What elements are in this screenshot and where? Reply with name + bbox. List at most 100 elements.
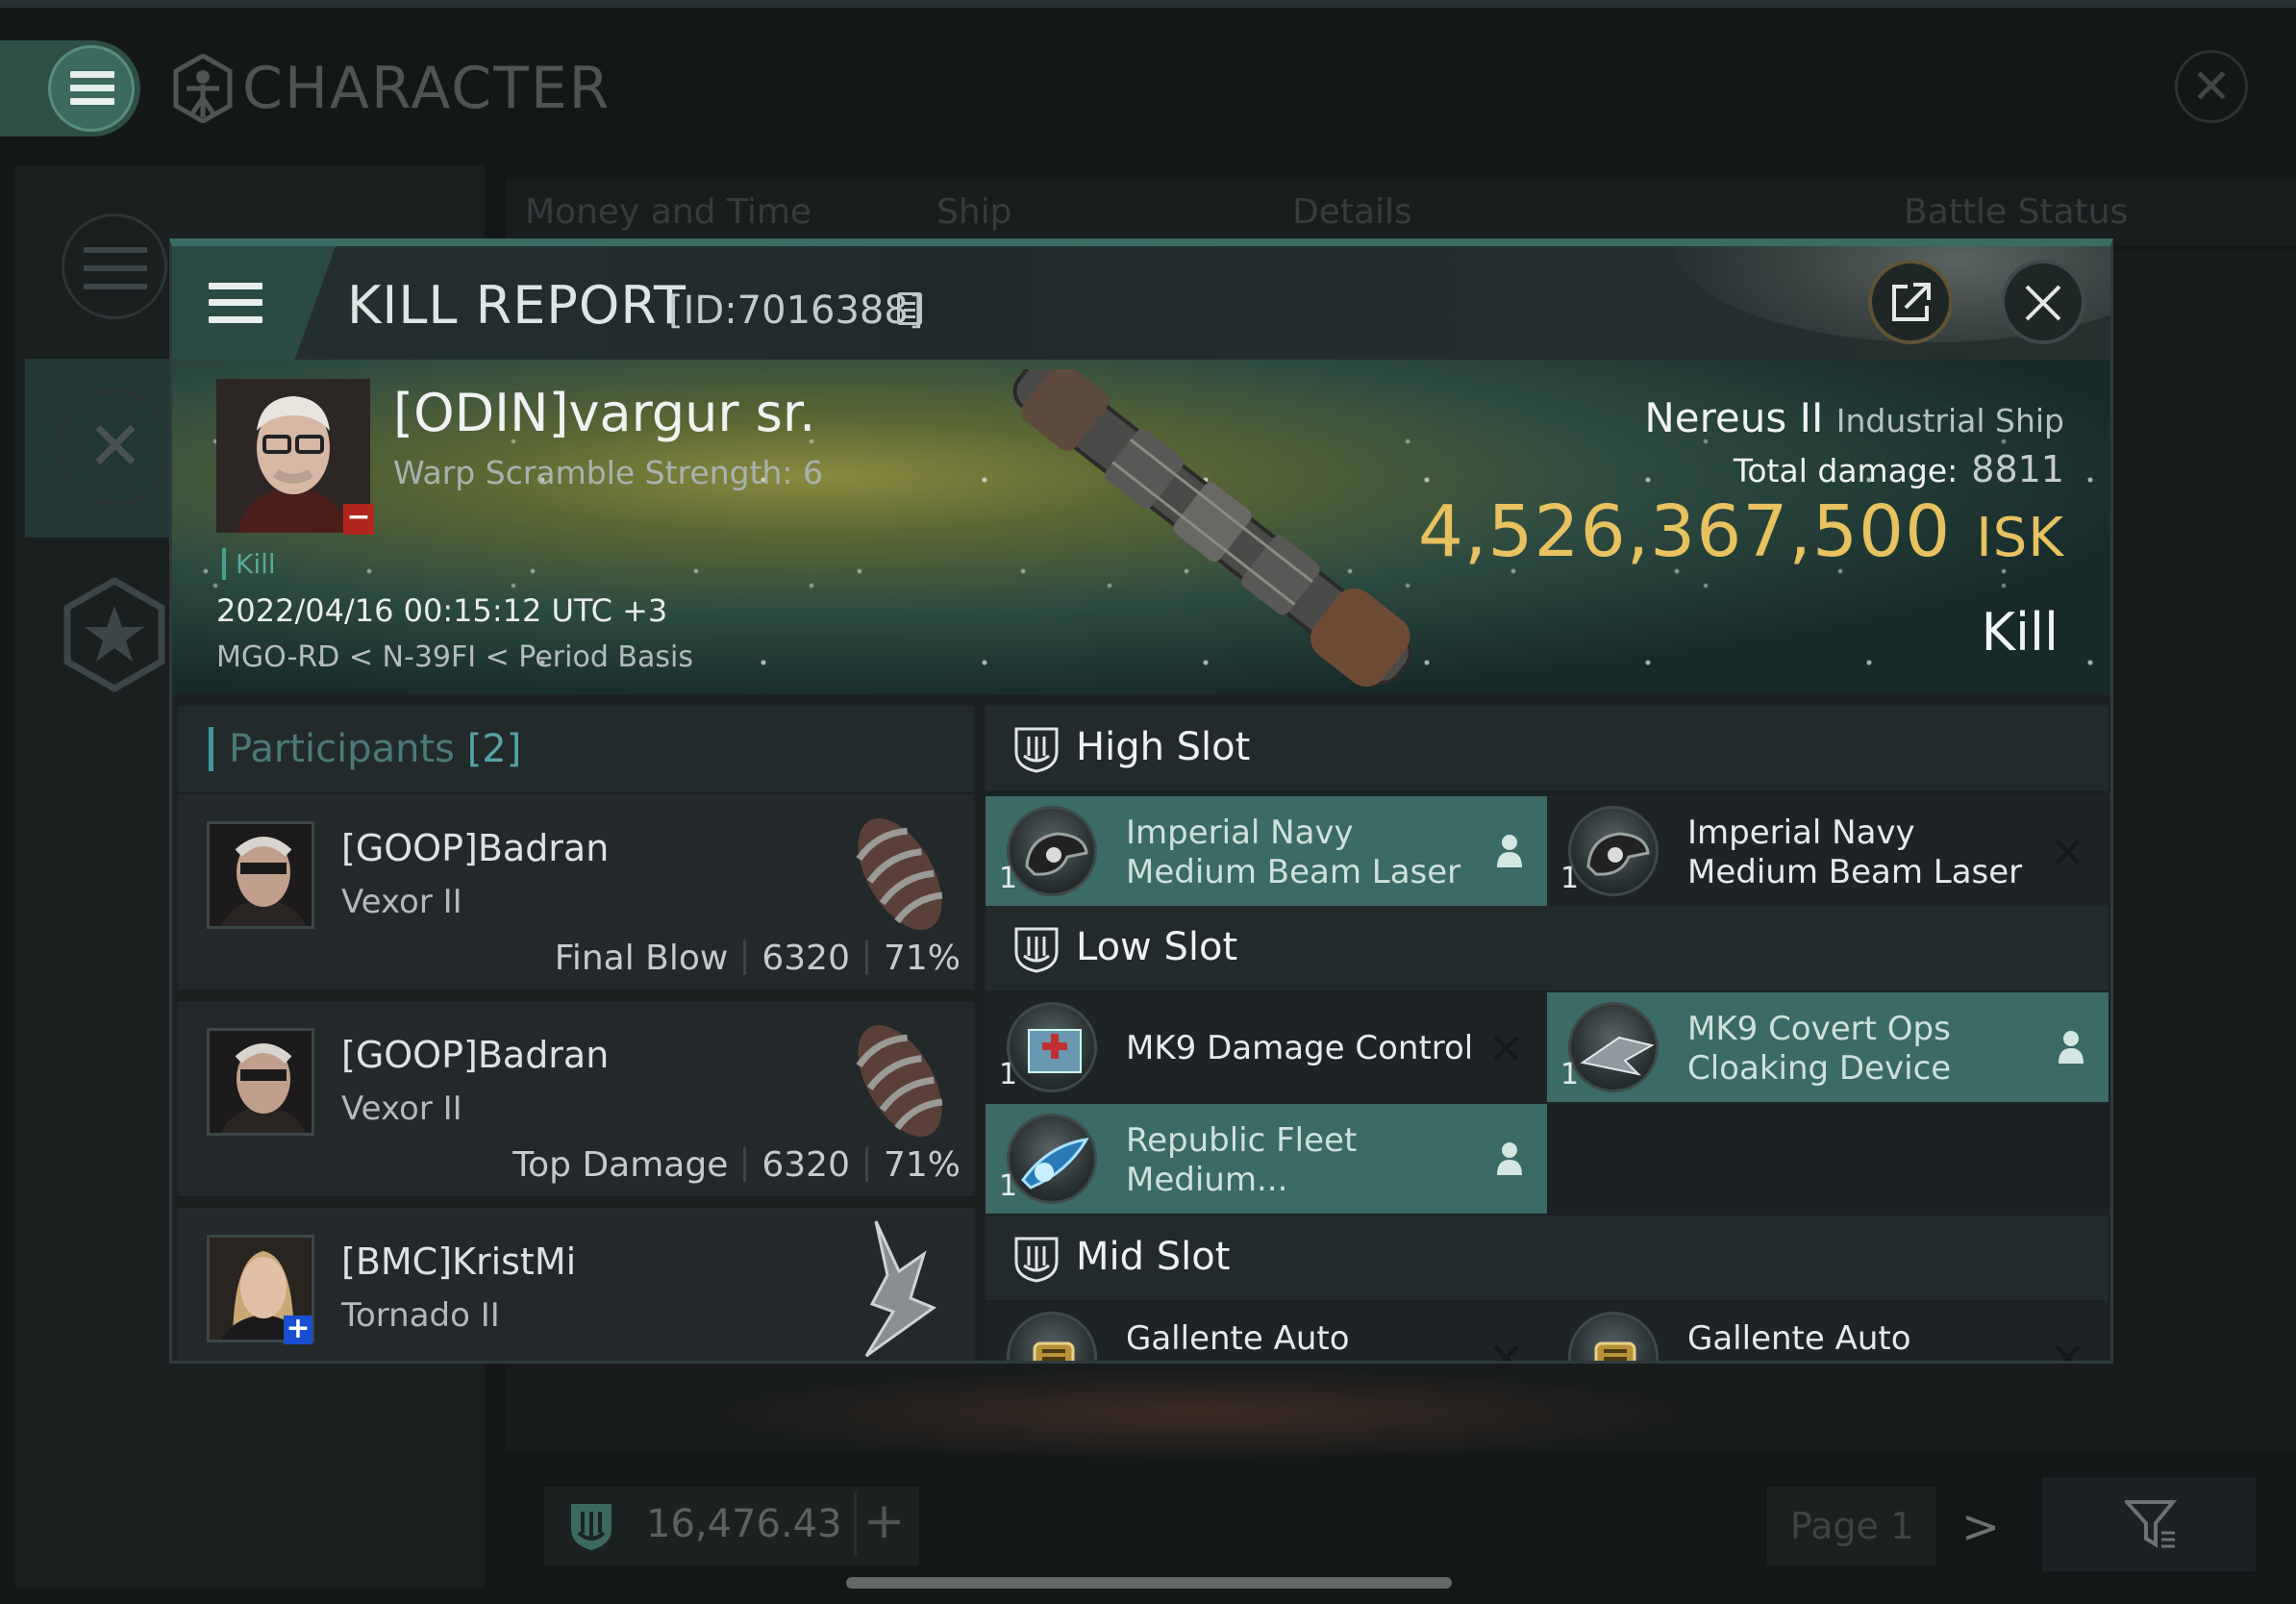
hostile-badge-icon: −: [343, 503, 374, 535]
module-item[interactable]: 1 Imperial Navy Medium Beam Laser ✕: [1547, 796, 2109, 906]
participants-header: Participants [2]: [178, 706, 974, 792]
low-slot-header: Low Slot: [986, 906, 2109, 990]
module-name: Republic Fleet Medium...: [1126, 1121, 1357, 1200]
modal-menu-button[interactable]: [172, 246, 336, 360]
page-indicator: Page 1: [1767, 1487, 1936, 1566]
modal-header: KILL REPORT [ID:7016388]: [172, 246, 2110, 360]
filter-button[interactable]: [2042, 1477, 2256, 1571]
participant-row[interactable]: + [BMC]KristMi Tornado II: [178, 1208, 974, 1361]
participants-count: [2]: [466, 727, 522, 771]
module-name: Imperial Navy Medium Beam Laser: [1126, 814, 1460, 892]
low-slot-icon: [1014, 927, 1059, 973]
module-item[interactable]: Gallente Auto ✕: [986, 1302, 1547, 1361]
kill-location[interactable]: MGO-RD < N-39FI < Period Basis: [216, 640, 693, 674]
total-damage-label: Total damage:: [1733, 452, 1959, 489]
participant-portrait: [207, 821, 314, 929]
copy-icon[interactable]: [897, 292, 922, 325]
kill-id: [ID:7016388]: [668, 288, 924, 333]
ship-type: Nereus II: [1644, 394, 1824, 441]
participant-ship: Vexor II: [341, 883, 462, 921]
module-name-line1: MK9 Covert Ops: [1687, 1010, 1951, 1048]
module-name-line1: Gallente Auto: [1687, 1319, 1911, 1358]
tab-money-and-time[interactable]: Money and Time: [525, 192, 811, 232]
low-slot-label: Low Slot: [1076, 925, 1238, 969]
destroyed-x-icon: ✕: [1488, 1025, 1524, 1074]
damage-control-icon: [1007, 1002, 1097, 1092]
kill-report-modal: KILL REPORT [ID:7016388] − [ODIN]vargur …: [169, 238, 2113, 1364]
participants-label: Participants: [229, 727, 455, 771]
participant-name[interactable]: [GOOP]Badran: [341, 1034, 609, 1076]
module-item[interactable]: Gallente Auto ✕: [1547, 1302, 2109, 1364]
participants-panel: Participants [2] [GOOP]Badran Vexor II F…: [178, 706, 974, 1361]
window-close-button[interactable]: ✕: [2175, 50, 2248, 123]
module-quantity: 1: [1560, 862, 1580, 895]
add-button[interactable]: +: [854, 1492, 911, 1556]
portrait-icon: [210, 824, 312, 926]
destroyed-x-icon: ✕: [2050, 1335, 2085, 1364]
tab-battle-status[interactable]: Battle Status: [1904, 192, 2128, 232]
module-name-line1: Imperial Navy: [1126, 814, 1354, 852]
kill-date: 2022/04/16 00:15:12 UTC +3: [216, 592, 668, 629]
module-name: MK9 Covert Ops Cloaking Device: [1687, 1010, 1951, 1089]
main-menu-button[interactable]: [0, 40, 140, 137]
module-name-line1: Imperial Navy: [1687, 814, 1915, 852]
modal-title: KILL REPORT: [347, 275, 686, 336]
tab-details[interactable]: Details: [1292, 192, 1412, 232]
module-item[interactable]: 1 Republic Fleet Medium...: [986, 1104, 1547, 1214]
next-page-icon[interactable]: >: [1961, 1500, 2000, 1554]
victim-ship-image[interactable]: [951, 369, 1489, 687]
menu-icon: [70, 71, 114, 106]
high-slot-header: High Slot: [986, 706, 2109, 790]
share-button[interactable]: [1868, 260, 1953, 344]
close-button[interactable]: [2001, 260, 2085, 344]
background-row-glow: [673, 1366, 1731, 1462]
tab-ship[interactable]: Ship: [936, 192, 1012, 232]
isk-value: 4,526,367,500 ISK: [1418, 490, 2064, 573]
participant-percent: 71%: [883, 939, 961, 978]
result-label: Kill: [1981, 602, 2059, 663]
dropped-person-icon: [1497, 1142, 1522, 1175]
module-name-line1: Gallente Auto: [1126, 1319, 1350, 1358]
module-quantity: 1: [999, 1169, 1018, 1203]
module-name-line2: Medium Beam Laser: [1126, 853, 1461, 891]
mid-slot-header: Mid Slot: [986, 1216, 2109, 1300]
sidebar-item-combat[interactable]: ✕: [25, 359, 179, 538]
participant-stats: Final Blow 6320 71%: [555, 939, 961, 978]
participant-name[interactable]: [BMC]KristMi: [341, 1241, 576, 1283]
victim-name[interactable]: [ODIN]vargur sr.: [393, 383, 815, 443]
module-item[interactable]: 1 MK9 Damage Control ✕: [986, 992, 1547, 1102]
window-title-text: CHARACTER: [242, 55, 611, 122]
horizontal-scrollbar[interactable]: [846, 1577, 1452, 1589]
filter-icon: [2125, 1500, 2177, 1548]
participant-name[interactable]: [GOOP]Badran: [341, 827, 609, 869]
star-badge-icon: [63, 576, 165, 693]
participant-ship: Tornado II: [341, 1296, 500, 1335]
module-item[interactable]: 1 MK9 Covert Ops Cloaking Device: [1547, 992, 2109, 1102]
external-link-icon: [1892, 283, 1931, 321]
vexor-ship-icon: [856, 818, 943, 930]
ship-name[interactable]: Nereus II Industrial Ship: [1644, 394, 2064, 441]
sidebar-item-medals[interactable]: [62, 576, 167, 693]
fitting-panel: High Slot 1 Imperial Navy Medium Beam La…: [986, 706, 2109, 1364]
module-name-line2: Cloaking Device: [1687, 1049, 1952, 1088]
module-name: Gallente Auto: [1126, 1319, 1350, 1359]
victim-banner: − [ODIN]vargur sr. Warp Scramble Strengt…: [172, 360, 2110, 694]
total-damage-value: 8811: [1971, 448, 2064, 490]
participant-ship: Vexor II: [341, 1090, 462, 1128]
menu-icon: [209, 283, 262, 323]
kill-tag: Kill: [222, 548, 276, 580]
high-slot-label: High Slot: [1076, 725, 1251, 769]
participant-stats: Top Damage 6320 71%: [512, 1145, 961, 1185]
module-quantity: 1: [999, 1058, 1018, 1091]
beam-laser-icon: [1568, 806, 1659, 896]
module-quantity: 1: [1560, 1058, 1580, 1091]
module-name-line1: MK9 Damage Control: [1126, 1029, 1474, 1067]
participant-row[interactable]: [GOOP]Badran Vexor II Top Damage 6320 71%: [178, 1001, 974, 1201]
module-item[interactable]: 1 Imperial Navy Medium Beam Laser: [986, 796, 1547, 906]
sidebar-menu-icon[interactable]: [62, 213, 167, 319]
dropped-person-icon: [1497, 835, 1522, 867]
participant-row[interactable]: [GOOP]Badran Vexor II Final Blow 6320 71%: [178, 794, 974, 994]
participant-portrait: [207, 1028, 314, 1136]
window-title: CHARACTER: [173, 54, 611, 123]
module-name: MK9 Damage Control: [1126, 1029, 1473, 1068]
